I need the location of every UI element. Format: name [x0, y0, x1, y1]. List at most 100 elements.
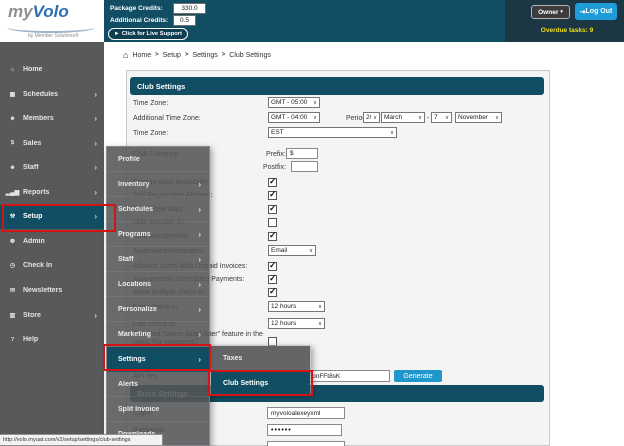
chevron-down-icon: ∨	[311, 100, 317, 106]
prefix-input[interactable]: $	[286, 148, 318, 159]
sidebar-item-home[interactable]: ⌂Home	[0, 58, 104, 82]
chevron-right-icon: ›	[198, 280, 201, 289]
logo[interactable]: myVolo by Member Solutions®	[0, 0, 104, 42]
settings-menu-item-taxes[interactable]: Taxes	[211, 346, 310, 371]
login-input[interactable]: myvoloalexeyxml	[267, 407, 345, 419]
chevron-right-icon: ›	[198, 305, 201, 314]
menu-item-label: Marketing	[118, 331, 198, 338]
sidebar-item-label: Sales	[23, 140, 94, 147]
sidebar-item-label: Newsletters	[23, 287, 104, 294]
display-class-availability-checkbox[interactable]	[268, 178, 277, 187]
club-membership-checkbox[interactable]	[268, 232, 277, 241]
breadcrumb-item-setup[interactable]: Setup	[163, 52, 181, 59]
sidebar-item-check-in[interactable]: ◷Check In	[0, 254, 104, 278]
self-registration-checkbox[interactable]	[268, 191, 277, 200]
setup-menu-item-personalize[interactable]: Personalize›	[107, 297, 209, 322]
prefix-value: $	[290, 150, 294, 157]
early-check-in-select[interactable]: 12 hours ∨	[268, 301, 325, 312]
automated-reminders-select[interactable]: Email ∨	[268, 245, 316, 256]
staff-icon: ☻	[5, 165, 20, 171]
logout-label: Log Out	[586, 8, 613, 15]
owner-dropdown-button[interactable]: Owner ▾	[531, 5, 570, 19]
sidebar-item-newsletters[interactable]: ✉Newsletters	[0, 278, 104, 302]
setup-menu-item-profile[interactable]: Profile	[107, 147, 209, 172]
sidebar-item-staff[interactable]: ☻Staff›	[0, 156, 104, 180]
package-credits-value: 330.0	[181, 5, 197, 12]
setup-menu-item-schedules[interactable]: Schedules›	[107, 197, 209, 222]
hide-member-id-checkbox[interactable]	[268, 218, 277, 227]
status-url-tooltip: http://volo.myuat.com/v2/setup/settings/…	[0, 434, 163, 446]
generate-button[interactable]: Generate	[394, 370, 442, 382]
setup-menu-item-split-invoice[interactable]: Split Invoice	[107, 397, 209, 422]
breadcrumb-item-home[interactable]: Home	[132, 52, 151, 59]
period-start-month-select[interactable]: March ∨	[381, 112, 425, 123]
menu-item-label: Programs	[118, 231, 198, 238]
postfix-input[interactable]	[291, 161, 318, 172]
late-check-in-select[interactable]: 12 hours ∨	[268, 318, 325, 329]
multiple-check-in-checkbox[interactable]	[268, 288, 277, 297]
brivo-extra-input[interactable]	[267, 441, 345, 446]
password-input[interactable]: ••••••	[267, 424, 342, 436]
setup-menu-item-programs[interactable]: Programs›	[107, 222, 209, 247]
chevron-right-icon: ›	[94, 114, 97, 123]
chevron-right-icon: ›	[198, 205, 201, 214]
menu-item-label: Staff	[118, 256, 198, 263]
sidebar-item-store[interactable]: ▥Store›	[0, 303, 104, 327]
period-end-day-value: 7	[434, 114, 438, 121]
setup-menu-item-staff[interactable]: Staff›	[107, 247, 209, 272]
package-credits-label: Package Credits:	[110, 5, 163, 12]
menu-item-label: Split Invoice	[118, 406, 209, 413]
period-start-day-select[interactable]: 20 ∨	[363, 112, 380, 123]
menu-item-label: Profile	[118, 156, 209, 163]
setup-menu-item-alerts[interactable]: Alerts	[107, 372, 209, 397]
setup-menu-item-locations[interactable]: Locations›	[107, 272, 209, 297]
chevron-down-icon: ∨	[416, 115, 422, 121]
package-credits-input[interactable]: 330.0	[173, 3, 206, 14]
breadcrumb-item-settings[interactable]: Settings	[192, 52, 217, 59]
additional-time-zone-select[interactable]: GMT - 04:00 ∨	[268, 112, 320, 123]
home-icon: ⌂	[123, 50, 128, 60]
clock-icon: ◷	[5, 262, 20, 269]
prefix-label: Prefix:	[266, 151, 286, 158]
chevron-right-icon: ›	[198, 355, 201, 364]
chevron-down-icon: ∨	[316, 304, 322, 310]
sidebar-item-sales[interactable]: $Sales›	[0, 131, 104, 155]
time-zone-value: GMT - 05:00	[271, 99, 307, 106]
time-zone-select[interactable]: GMT - 05:00 ∨	[268, 97, 320, 108]
menu-item-label: Club Settings	[223, 380, 268, 387]
postfix-label: Postfix:	[263, 164, 286, 171]
additional-credits-label: Additional Credits:	[110, 17, 168, 24]
sidebar-item-members[interactable]: ☻Members›	[0, 107, 104, 131]
time-zone-name-value: EST	[271, 129, 284, 136]
club-close-days-checkbox[interactable]	[268, 205, 277, 214]
logo-my: my	[8, 2, 33, 21]
menu-item-label: Settings	[118, 356, 198, 363]
live-support-button[interactable]: ► Click for Live Support	[108, 28, 188, 40]
logout-button[interactable]: ⇥ Log Out	[575, 3, 617, 20]
time-zone-name-select[interactable]: EST ∨	[268, 127, 397, 138]
chevron-down-icon: ∨	[311, 115, 317, 121]
setup-menu-item-inventory[interactable]: Inventory›	[107, 172, 209, 197]
sidebar-item-help[interactable]: ?Help	[0, 328, 104, 352]
gear-icon: ☸	[5, 238, 20, 245]
sidebar-item-schedules[interactable]: ▦Schedules›	[0, 82, 104, 106]
chart-icon: ▂▄▆	[5, 189, 20, 196]
auto-process-payments-checkbox[interactable]	[268, 275, 277, 284]
additional-credits-input[interactable]: 0.5	[173, 15, 196, 26]
overdue-tasks-badge: Overdue tasks: 9	[515, 27, 619, 34]
settings-menu-item-club-settings[interactable]: Club Settings	[211, 371, 310, 396]
setup-menu-item-marketing[interactable]: Marketing›	[107, 322, 209, 347]
sidebar-item-label: Check In	[23, 262, 104, 269]
period-end-month-select[interactable]: November ∨	[455, 112, 502, 123]
unpaid-invoices-checkbox[interactable]	[268, 262, 277, 271]
sidebar-item-admin[interactable]: ☸Admin	[0, 229, 104, 253]
breadcrumb-item-club-settings[interactable]: Club Settings	[229, 52, 271, 59]
menu-item-label: Locations	[118, 281, 198, 288]
sidebar-item-setup[interactable]: ⚒Setup›	[0, 205, 104, 229]
setup-menu-item-settings[interactable]: Settings›	[107, 347, 209, 372]
sidebar-item-reports[interactable]: ▂▄▆Reports›	[0, 180, 104, 204]
chevron-down-icon: ∨	[316, 321, 322, 327]
period-end-day-select[interactable]: 7 ∨	[431, 112, 452, 123]
chevron-right-icon: ›	[94, 188, 97, 197]
additional-time-zone-value: GMT - 04:00	[271, 114, 307, 121]
